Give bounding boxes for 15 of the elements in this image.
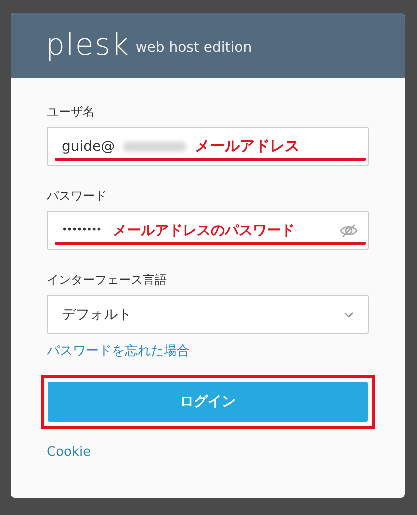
password-field[interactable]: •••••••• メールアドレスのパスワード	[47, 211, 369, 250]
cookie-link[interactable]: Cookie	[47, 445, 92, 460]
edition-label: web host edition	[136, 40, 252, 56]
input-value: ••••••••	[62, 225, 102, 236]
logo: plesk	[46, 30, 130, 60]
username-field[interactable]: guide@ メールアドレス	[47, 127, 369, 166]
annotation-text: メールアドレス	[195, 137, 300, 156]
field-label: ユーザ名	[47, 104, 96, 121]
select-value: デフォルト	[62, 306, 132, 324]
forgot-password-link[interactable]: パスワードを忘れた場合	[47, 342, 190, 360]
input-value: guide@	[62, 138, 116, 154]
annotation-text: メールアドレスのパスワード	[113, 222, 296, 240]
field-label: パスワード	[47, 188, 108, 205]
language-select[interactable]: デフォルト	[47, 295, 369, 334]
field-label: インターフェース言語	[47, 272, 168, 289]
